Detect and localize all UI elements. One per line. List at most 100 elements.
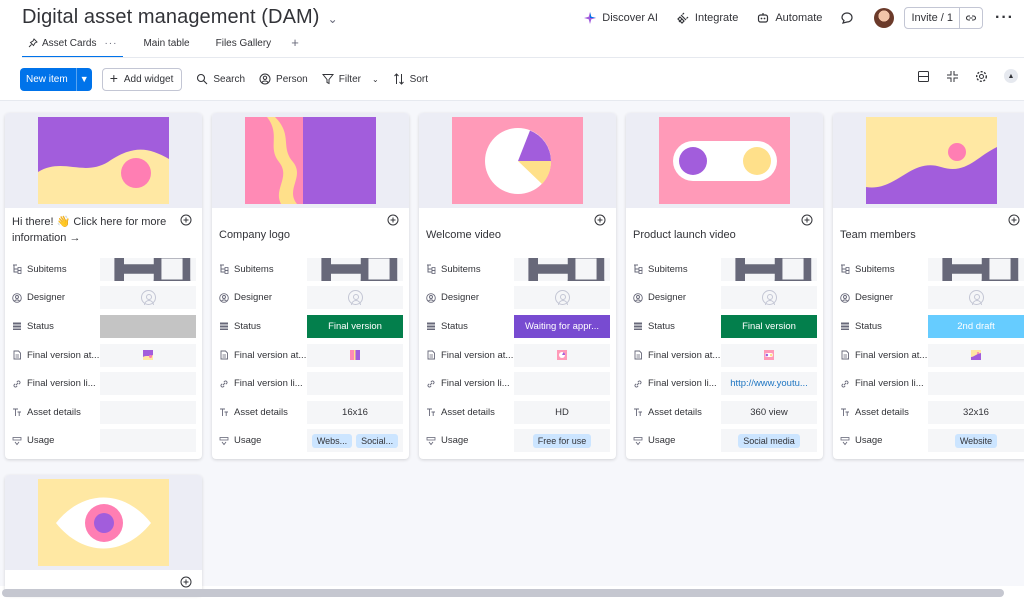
chevron-down-icon[interactable]: ⌄ bbox=[372, 75, 379, 84]
usage-cell[interactable]: Webs... Social... bbox=[307, 429, 403, 453]
card-thumbnail[interactable] bbox=[419, 113, 616, 208]
chevron-down-icon[interactable]: ▼ bbox=[75, 67, 92, 91]
card-thumbnail[interactable] bbox=[5, 475, 202, 570]
asset-details-cell[interactable]: 360 view bbox=[721, 400, 817, 424]
field-final-version-attachment: Final version at... bbox=[419, 341, 616, 370]
asset-card[interactable]: Product launch video Subitems Designer S… bbox=[626, 113, 823, 459]
layout-icon[interactable] bbox=[917, 70, 930, 83]
add-update-icon[interactable] bbox=[594, 214, 606, 226]
file-thumbnail-icon[interactable] bbox=[764, 350, 774, 361]
tab-options-icon[interactable]: ··· bbox=[104, 38, 117, 49]
add-update-icon[interactable] bbox=[180, 576, 192, 588]
link-cell[interactable] bbox=[928, 372, 1024, 396]
status-cell[interactable]: Final version bbox=[307, 314, 403, 338]
file-thumbnail-icon[interactable] bbox=[143, 350, 153, 361]
more-options-icon[interactable]: ··· bbox=[995, 9, 1014, 27]
chevron-up-icon[interactable]: ▲ bbox=[1004, 69, 1018, 83]
asset-details-cell[interactable]: 16x16 bbox=[307, 400, 403, 424]
field-label: Usage bbox=[234, 435, 262, 447]
copy-link-icon[interactable] bbox=[960, 12, 982, 24]
subitems-cell[interactable] bbox=[307, 257, 403, 281]
add-update-icon[interactable] bbox=[801, 214, 813, 226]
search-button[interactable]: Search bbox=[196, 73, 245, 85]
designer-cell[interactable] bbox=[307, 286, 403, 310]
add-widget-button[interactable]: + Add widget bbox=[101, 67, 183, 91]
card-title[interactable]: Hi there! 👋 Click here for more informat… bbox=[5, 208, 202, 255]
filter-button[interactable]: Filter ⌄ bbox=[321, 73, 379, 85]
add-update-icon[interactable] bbox=[1008, 214, 1020, 226]
asset-card[interactable] bbox=[5, 475, 202, 595]
card-title[interactable]: Product launch video bbox=[626, 208, 823, 255]
integrate-button[interactable]: Integrate bbox=[676, 11, 738, 25]
usage-cell[interactable]: Social media bbox=[721, 429, 817, 453]
usage-cell[interactable] bbox=[100, 429, 196, 453]
board-title[interactable]: Digital asset management (DAM) ⌄ bbox=[22, 6, 338, 29]
asset-thumbnail bbox=[659, 117, 790, 204]
designer-cell[interactable] bbox=[721, 286, 817, 310]
designer-cell[interactable] bbox=[100, 286, 196, 310]
field-label: Asset details bbox=[648, 406, 702, 418]
designer-cell[interactable] bbox=[928, 286, 1024, 310]
tab-main-table[interactable]: Main table bbox=[137, 36, 195, 58]
link-cell[interactable] bbox=[514, 372, 610, 396]
card-title[interactable]: Team members bbox=[833, 208, 1024, 255]
card-thumbnail[interactable] bbox=[5, 113, 202, 208]
designer-cell[interactable] bbox=[514, 286, 610, 310]
tab-asset-cards[interactable]: Asset Cards ··· bbox=[22, 36, 124, 58]
automate-button[interactable]: Automate bbox=[756, 11, 822, 25]
subitems-cell[interactable] bbox=[514, 257, 610, 281]
file-thumbnail-icon[interactable] bbox=[557, 350, 567, 361]
asset-card[interactable]: Welcome video Subitems Designer Status W… bbox=[419, 113, 616, 459]
asset-details-cell[interactable]: 32x16 bbox=[928, 400, 1024, 424]
add-update-icon[interactable] bbox=[180, 214, 192, 226]
card-title[interactable]: Company logo bbox=[212, 208, 409, 255]
add-update-icon[interactable] bbox=[387, 214, 399, 226]
asset-card[interactable]: Company logo Subitems Designer Status Fi… bbox=[212, 113, 409, 459]
add-view-icon[interactable]: + bbox=[291, 35, 299, 50]
asset-card[interactable]: Team members Subitems Designer Status 2n… bbox=[833, 113, 1024, 459]
card-thumbnail[interactable] bbox=[626, 113, 823, 208]
subitems-cell[interactable] bbox=[100, 257, 196, 281]
user-avatar[interactable] bbox=[874, 8, 895, 28]
link-cell[interactable]: http://www.youtu... bbox=[721, 372, 817, 396]
status-cell[interactable] bbox=[100, 314, 196, 338]
horizontal-scrollbar[interactable] bbox=[2, 589, 1004, 597]
file-cell[interactable] bbox=[307, 343, 403, 367]
link-cell[interactable] bbox=[307, 372, 403, 396]
card-thumbnail[interactable] bbox=[833, 113, 1024, 208]
field-usage: Usage Free for use bbox=[419, 427, 616, 456]
file-thumbnail-icon[interactable] bbox=[350, 350, 360, 361]
usage-cell[interactable]: Website bbox=[928, 429, 1024, 453]
asset-details-cell[interactable]: HD bbox=[514, 400, 610, 424]
field-asset-details: Asset details HD bbox=[419, 398, 616, 427]
field-usage: Usage Social media bbox=[626, 427, 823, 456]
subitems-cell[interactable] bbox=[721, 257, 817, 281]
status-cell[interactable]: Final version bbox=[721, 314, 817, 338]
file-cell[interactable] bbox=[721, 343, 817, 367]
file-thumbnail-icon[interactable] bbox=[971, 350, 981, 361]
final-version-link[interactable]: http://www.youtu... bbox=[726, 378, 812, 389]
link-cell[interactable] bbox=[100, 372, 196, 396]
file-cell[interactable] bbox=[100, 343, 196, 367]
file-cell[interactable] bbox=[514, 343, 610, 367]
field-label: Usage bbox=[27, 435, 55, 447]
collapse-icon[interactable] bbox=[946, 70, 959, 83]
card-thumbnail[interactable] bbox=[212, 113, 409, 208]
invite-button[interactable]: Invite / 1 bbox=[904, 7, 984, 29]
sort-button[interactable]: Sort bbox=[393, 73, 428, 85]
tab-files-gallery[interactable]: Files Gallery bbox=[210, 36, 278, 58]
person-filter-button[interactable]: Person bbox=[259, 73, 308, 85]
gear-icon[interactable] bbox=[975, 70, 988, 83]
usage-cell[interactable]: Free for use bbox=[514, 429, 610, 453]
file-cell[interactable] bbox=[928, 343, 1024, 367]
subitems-cell[interactable] bbox=[928, 257, 1024, 281]
new-item-button[interactable]: New item ▼ bbox=[20, 67, 92, 91]
chevron-down-icon[interactable]: ⌄ bbox=[328, 12, 338, 26]
updates-button[interactable] bbox=[840, 11, 854, 25]
status-cell[interactable]: 2nd draft bbox=[928, 314, 1024, 338]
asset-card[interactable]: Hi there! 👋 Click here for more informat… bbox=[5, 113, 202, 459]
status-cell[interactable]: Waiting for appr... bbox=[514, 314, 610, 338]
discover-ai-button[interactable]: Discover AI bbox=[583, 11, 658, 25]
asset-details-cell[interactable] bbox=[100, 400, 196, 424]
card-title[interactable]: Welcome video bbox=[419, 208, 616, 255]
